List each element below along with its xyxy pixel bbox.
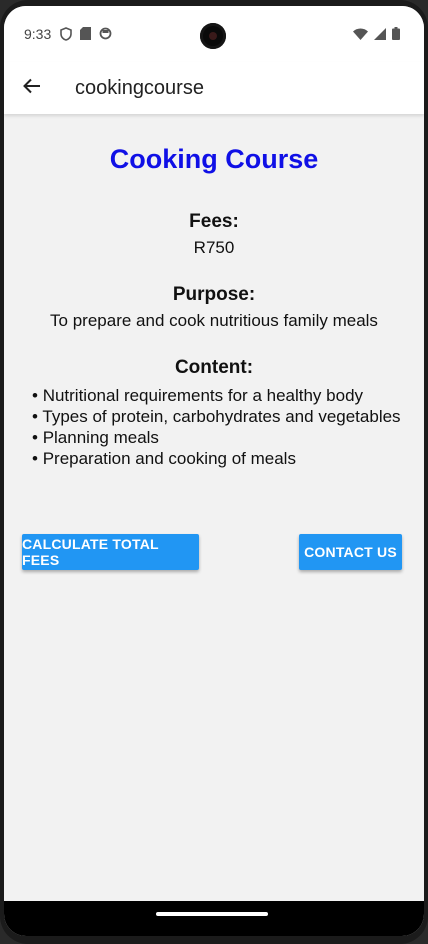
- back-button[interactable]: [14, 70, 50, 106]
- list-item: Planning meals: [32, 427, 402, 448]
- home-gesture-handle[interactable]: [156, 912, 268, 916]
- calculate-total-fees-button[interactable]: CALCULATE TOTAL FEES: [22, 534, 199, 570]
- device-frame: 9:33 cookingcourse Cooking Course Fees: …: [0, 0, 428, 944]
- battery-icon: [392, 27, 400, 45]
- sd-card-icon: [80, 27, 91, 46]
- app-bar: cookingcourse: [4, 62, 424, 114]
- status-icons-left: [60, 27, 112, 46]
- camera-cutout: [200, 23, 226, 49]
- signal-icon: [374, 27, 386, 45]
- shield-icon: [60, 27, 72, 46]
- status-bar: 9:33: [4, 6, 424, 62]
- content-list: Nutritional requirements for a healthy b…: [32, 385, 402, 469]
- arrow-left-icon: [23, 78, 41, 99]
- purpose-value: To prepare and cook nutritious family me…: [50, 311, 378, 330]
- status-icons-right: [353, 27, 400, 45]
- screen: 9:33 cookingcourse Cooking Course Fees: …: [4, 6, 424, 936]
- status-time: 9:33: [24, 26, 52, 42]
- wifi-icon: [353, 27, 368, 45]
- list-item: Types of protein, carbohydrates and vege…: [32, 406, 402, 427]
- fees-label: Fees:: [189, 211, 239, 232]
- contact-us-button[interactable]: CONTACT US: [299, 534, 402, 570]
- navigation-bar: [4, 901, 424, 936]
- list-item: Preparation and cooking of meals: [32, 448, 402, 469]
- course-title: Cooking Course: [109, 144, 319, 174]
- circle-icon: [99, 27, 112, 46]
- purpose-label: Purpose:: [172, 284, 256, 305]
- list-item: Nutritional requirements for a healthy b…: [32, 385, 402, 406]
- fees-value: R750: [193, 238, 235, 257]
- app-bar-title: cookingcourse: [75, 77, 204, 99]
- content-label: Content:: [174, 357, 254, 378]
